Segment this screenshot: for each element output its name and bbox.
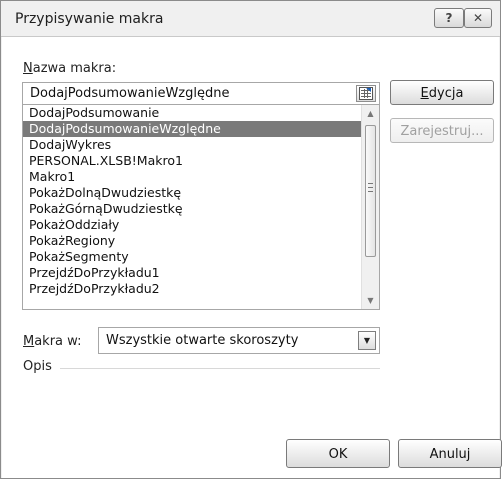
macro-list-item[interactable]: DodajWykres [23,137,361,153]
scrollbar-thumb[interactable] [365,125,376,257]
description-label: Opis [23,359,52,374]
collapse-dialog-icon [359,87,373,100]
chevron-down-icon[interactable]: ▼ [362,292,379,309]
macro-list-item[interactable]: Makro1 [23,169,361,185]
macro-name-input[interactable] [30,85,346,102]
help-icon: ? [445,11,453,25]
record-button[interactable]: Zarejestruj... [390,118,494,143]
cancel-button[interactable]: Anuluj [398,439,502,468]
macro-list-item[interactable]: DodajPodsumowanieWzględne [23,121,361,137]
macro-list-item[interactable]: PokażGórnąDwudziestkę [23,201,361,217]
macro-list-item[interactable]: PokażSegmenty [23,249,361,265]
macro-list-item[interactable]: PERSONAL.XLSB!Makro1 [23,153,361,169]
macros-in-select[interactable]: Wszystkie otwarte skoroszyty ▼ [98,327,380,354]
ok-button[interactable]: OK [286,439,390,468]
macro-list-item[interactable]: PrzejdźDoPrzykładu2 [23,281,361,297]
macro-list-scrollbar[interactable]: ▲ ▼ [361,105,379,309]
description-divider [60,368,380,369]
macro-list-item[interactable]: PokażDolnąDwudziestkę [23,185,361,201]
macro-list-item[interactable]: PokażOddziały [23,217,361,233]
macros-in-selected-value: Wszystkie otwarte skoroszyty [106,333,299,348]
macro-list-items: DodajPodsumowanie DodajPodsumowanieWzględ… [23,105,361,309]
assign-macro-dialog: Przypisywanie makra ? ✕ Nazwa makra: Dod… [0,0,502,479]
macro-name-label: Nazwa makra: [23,61,117,76]
macro-name-field[interactable] [22,82,380,105]
chevron-down-icon[interactable]: ▼ [358,331,376,350]
grip-icon [368,183,373,192]
close-icon: ✕ [472,11,484,25]
macro-list-item[interactable]: PokażRegiony [23,233,361,249]
macros-in-label: Makra w: [23,334,82,349]
close-button[interactable]: ✕ [464,8,492,28]
collapse-dialog-button[interactable] [356,85,376,102]
dialog-title: Przypisywanie makra [15,11,164,27]
macro-list-item[interactable]: PrzejdźDoPrzykładu1 [23,265,361,281]
macro-list[interactable]: DodajPodsumowanie DodajPodsumowanieWzględ… [22,105,380,310]
edit-button[interactable]: Edycja [390,80,494,105]
macro-list-item[interactable]: DodajPodsumowanie [23,105,361,121]
title-bar: Przypisywanie makra ? ✕ [1,1,500,37]
chevron-up-icon[interactable]: ▲ [362,105,379,122]
dialog-content: Nazwa makra: DodajPodsumowanieDodajPodsu… [1,37,502,478]
help-button[interactable]: ? [434,8,464,28]
